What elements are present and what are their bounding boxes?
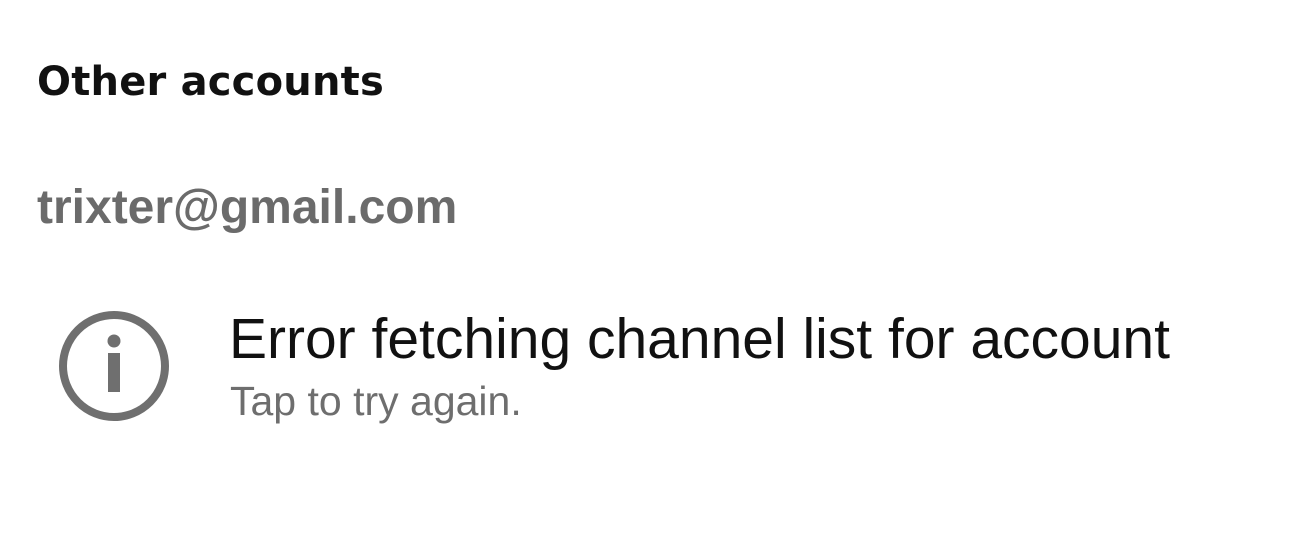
error-title: Error fetching channel list for account [229,307,1170,371]
error-subtitle: Tap to try again. [230,378,522,424]
account-email: trixter@gmail.com [37,181,458,234]
error-retry-row[interactable]: Error fetching channel list for account … [0,290,1290,440]
section-title: Other accounts [37,59,384,105]
info-icon [59,311,169,421]
